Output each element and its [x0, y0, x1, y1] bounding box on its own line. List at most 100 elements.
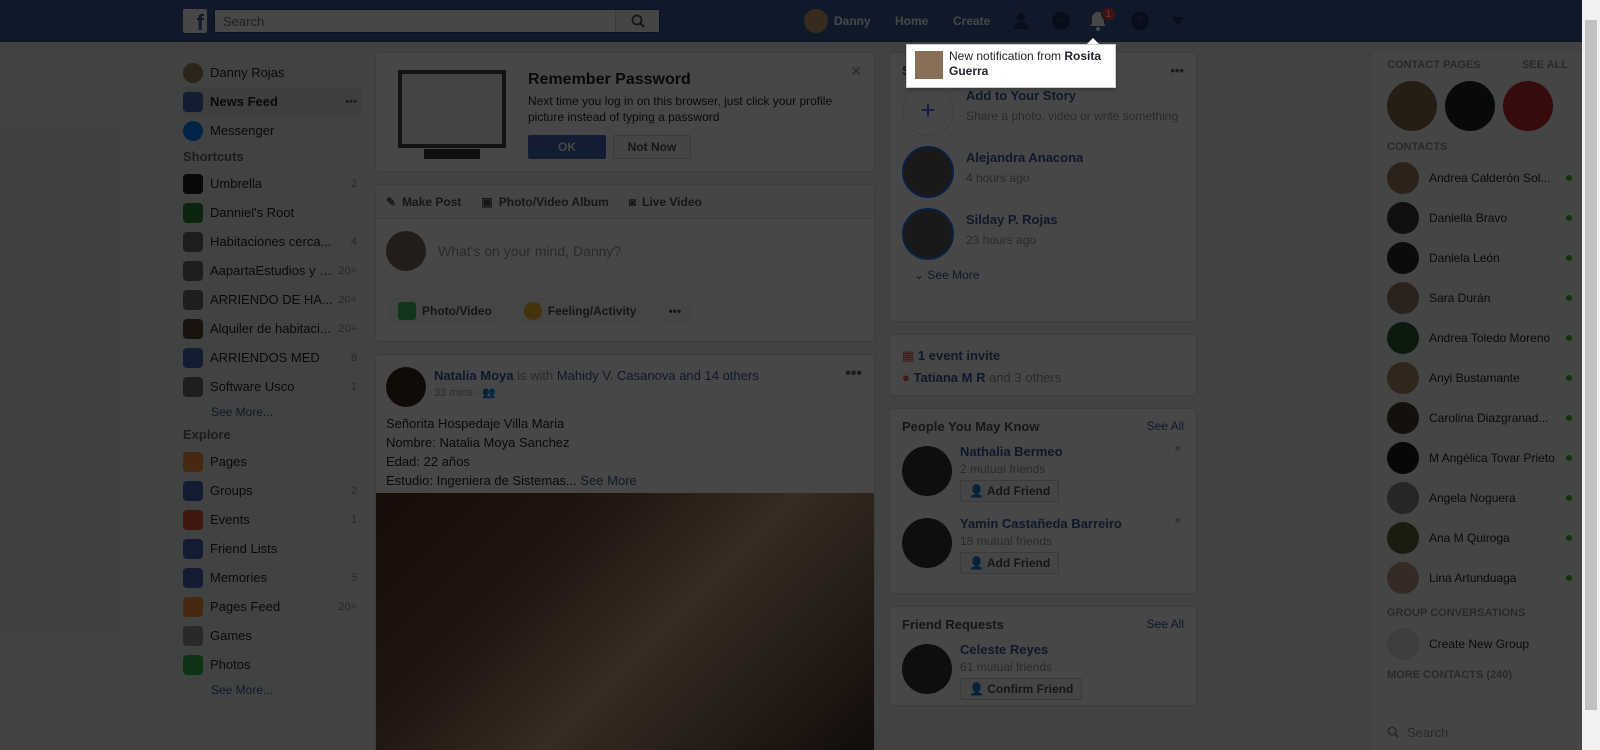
sidebar-item-profile[interactable]: Danny Rojas	[183, 58, 361, 87]
close-icon[interactable]: ✕	[1174, 516, 1182, 527]
sidebar-item-explore-7[interactable]: Photos	[183, 650, 361, 679]
see-more-link[interactable]: See More	[580, 473, 636, 488]
avatar[interactable]	[902, 644, 952, 694]
create-new-group-button[interactable]: Create New Group	[1371, 624, 1582, 664]
contact-item[interactable]: Daniela León	[1371, 238, 1582, 278]
messages-button[interactable]	[1048, 9, 1074, 33]
sidebar-item-news-feed[interactable]: News Feed •••	[183, 87, 361, 116]
sidebar-item-shortcut-4[interactable]: ARRIENDO DE HA... 20+	[183, 285, 361, 314]
search-button[interactable]	[615, 10, 659, 32]
contact-item[interactable]: Daniella Bravo	[1371, 198, 1582, 238]
nav-create-link[interactable]: Create	[953, 14, 990, 28]
sidebar-item-shortcut-6[interactable]: ARRIENDOS MED 8	[183, 343, 361, 372]
search-input[interactable]	[215, 10, 615, 32]
contact-pages-see-all-link[interactable]: SEE ALL	[1522, 54, 1568, 76]
pymk-title: People You May Know	[902, 419, 1040, 434]
mutual-friends[interactable]: 61 mutual friends	[960, 660, 1052, 674]
see-more-stories-link[interactable]: ⌄ See More	[902, 264, 1184, 286]
post-timestamp[interactable]: 33 mins · 👥	[434, 386, 496, 399]
requester-name[interactable]: Celeste Reyes	[960, 642, 1048, 657]
event-invite-row[interactable]: ▦ 1 event invite	[902, 345, 1184, 367]
sidebar-item-shortcut-2[interactable]: Habitaciones cerca... 4	[183, 227, 361, 256]
sidebar-item-explore-0[interactable]: Pages	[183, 447, 361, 476]
ok-button[interactable]: OK	[528, 135, 606, 159]
add-friend-button[interactable]: 👤 Add Friend	[960, 552, 1060, 574]
contact-item[interactable]: Ana M Quiroga	[1371, 518, 1582, 558]
close-icon[interactable]: ✕	[850, 63, 862, 80]
mutual-friends[interactable]: 18 mutual friends	[960, 534, 1052, 548]
see-more-shortcuts-link[interactable]: See More...	[183, 401, 361, 423]
contact-page-avatar[interactable]	[1445, 81, 1495, 131]
scrollbar-thumb[interactable]	[1585, 20, 1597, 710]
contact-item[interactable]: Andrea Toledo Moreno	[1371, 318, 1582, 358]
close-icon[interactable]: ✕	[1174, 444, 1182, 455]
more-options-icon[interactable]: •••	[1170, 63, 1184, 78]
post-options-icon[interactable]: •••	[845, 365, 862, 383]
shortcuts-heading: Shortcuts	[183, 149, 244, 164]
sidebar-item-shortcut-3[interactable]: AapartaEstudios y H... 20+	[183, 256, 361, 285]
avatar[interactable]	[902, 446, 952, 496]
sidebar-item-explore-5[interactable]: Pages Feed 20+	[183, 592, 361, 621]
tab-photo-album[interactable]: ▣ Photo/Video Album	[481, 195, 608, 209]
contact-page-avatar[interactable]	[1387, 81, 1437, 131]
contact-item[interactable]: Lina Artunduaga	[1371, 558, 1582, 598]
friend-requests-see-all-link[interactable]: See All	[1147, 617, 1184, 632]
mutual-friends[interactable]: 2 mutual friends	[960, 462, 1045, 476]
not-now-button[interactable]: Not Now	[613, 135, 691, 159]
chat-search[interactable]: Search	[1387, 720, 1577, 744]
sidebar-item-messenger[interactable]: Messenger	[183, 116, 361, 145]
pymk-see-all-link[interactable]: See All	[1147, 419, 1184, 434]
post-author-link[interactable]: Natalia Moya	[434, 368, 513, 383]
page-scrollbar[interactable]	[1582, 0, 1600, 750]
sidebar-item-shortcut-7[interactable]: Software Usco 1	[183, 372, 361, 401]
sidebar-item-shortcut-1[interactable]: Danniel's Root	[183, 198, 361, 227]
smiley-icon	[523, 302, 542, 320]
sidebar-item-explore-4[interactable]: Memories 5	[183, 563, 361, 592]
more-options-button[interactable]: •••	[656, 297, 694, 325]
friend-requests-button[interactable]	[1010, 9, 1036, 33]
contact-item[interactable]: Andrea Calderón Sol...	[1371, 158, 1582, 198]
sidebar-item-explore-6[interactable]: Games	[183, 621, 361, 650]
event-invitees-row: ● Tatiana M R and 3 others	[902, 367, 1184, 389]
pymk-name[interactable]: Yamin Castañeda Barreiro	[960, 516, 1122, 531]
story-item[interactable]: Alejandra Anacona 4 hours ago	[902, 140, 1184, 202]
sidebar-item-explore-3[interactable]: Friend Lists	[183, 534, 361, 563]
nav-profile-link[interactable]: Danny	[804, 9, 871, 33]
confirm-friend-button[interactable]: 👤 Confirm Friend	[960, 678, 1083, 700]
contact-item[interactable]: M Angélica Tovar Prieto	[1371, 438, 1582, 478]
composer-placeholder[interactable]: What's on your mind, Danny?	[438, 243, 621, 259]
composer-body[interactable]: What's on your mind, Danny?	[376, 219, 874, 287]
add-friend-button[interactable]: 👤 Add Friend	[960, 480, 1060, 502]
event-invite-link[interactable]: 1 event invite	[918, 348, 1000, 363]
event-invitee-name[interactable]: Tatiana M R	[913, 370, 985, 385]
photo-video-button[interactable]: Photo/Video	[386, 297, 504, 325]
tab-live-video[interactable]: ◙ Live Video	[629, 195, 702, 209]
contact-item[interactable]: Sara Durán	[1371, 278, 1582, 318]
avatar[interactable]	[902, 518, 952, 568]
contact-page-avatar[interactable]	[1503, 81, 1553, 131]
more-icon: •••	[668, 304, 682, 318]
contact-item[interactable]: Carolina Diazgranad...	[1371, 398, 1582, 438]
post-line: Estudio: Ingeniera de Sistemas...	[386, 473, 577, 488]
story-item[interactable]: Silday P. Rojas 23 hours ago	[902, 202, 1184, 264]
tab-make-post[interactable]: ✎ Make Post	[386, 195, 461, 209]
sidebar-item-explore-1[interactable]: Groups 2	[183, 476, 361, 505]
contact-item[interactable]: Anyi Bustamante	[1371, 358, 1582, 398]
pymk-name[interactable]: Nathalia Bermeo	[960, 444, 1063, 459]
facebook-logo[interactable]: f	[183, 9, 207, 33]
more-options-icon[interactable]: •••	[345, 96, 357, 108]
sidebar-item-shortcut-5[interactable]: Alquiler de habitaci... 20+	[183, 314, 361, 343]
quick-help-button[interactable]: ?	[1127, 9, 1153, 33]
sidebar-item-explore-2[interactable]: Events 1	[183, 505, 361, 534]
feeling-activity-button[interactable]: Feeling/Activity	[511, 297, 649, 325]
sidebar-item-shortcut-0[interactable]: Umbrella 2	[183, 169, 361, 198]
contact-item[interactable]: Angela Noguera	[1371, 478, 1582, 518]
nav-home-link[interactable]: Home	[895, 14, 928, 28]
avatar[interactable]	[386, 367, 426, 407]
tagged-user-link[interactable]: Mahidy V. Casanova	[557, 368, 676, 383]
others-link[interactable]: and 14 others	[676, 368, 759, 383]
see-more-explore-link[interactable]: See More...	[183, 679, 361, 701]
account-menu-button[interactable]	[1165, 9, 1191, 33]
notification-popup[interactable]: New notification from Rosita Guerra	[906, 38, 1116, 88]
post-photo[interactable]	[376, 493, 874, 750]
